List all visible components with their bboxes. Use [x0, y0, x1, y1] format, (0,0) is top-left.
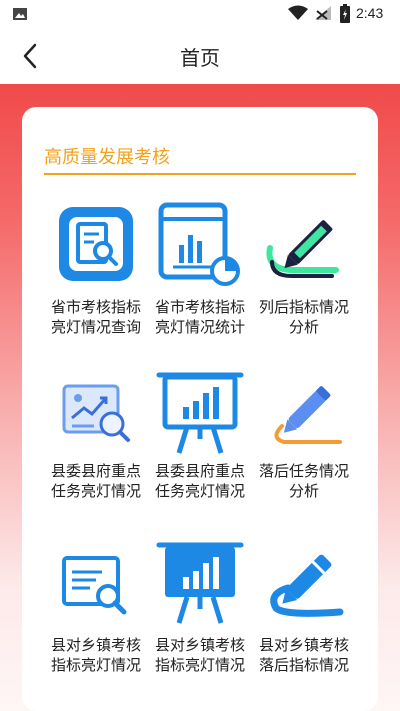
menu-item-township-query[interactable]: 县对乡镇考核指标亮灯情况查询 [44, 539, 148, 689]
easel-chart-icon [155, 539, 245, 629]
menu-item-label: 列后指标情况分析 [258, 298, 349, 336]
report-search-icon [51, 199, 141, 289]
battery-icon [339, 4, 351, 28]
document-search-icon [51, 539, 141, 629]
signal-icon [314, 5, 332, 25]
photo-icon [12, 6, 28, 26]
pen-analysis-icon [259, 369, 349, 459]
assessment-card: 高质量发展考核 省市考核指标亮灯情况查询 省市考核指标亮灯情况统计 列后指标情况… [22, 107, 378, 711]
menu-item-label: 省市考核指标亮灯情况统计报表 [154, 298, 245, 336]
pen-analysis-icon [259, 199, 349, 289]
menu-item-provincial-query[interactable]: 省市考核指标亮灯情况查询 [44, 199, 148, 349]
menu-item-township-lagging[interactable]: 县对乡镇考核落后指标情况分析 [252, 539, 356, 689]
section-divider [44, 173, 356, 175]
chart-report-icon [155, 199, 245, 289]
menu-item-label: 落后任务情况分析 [258, 462, 349, 500]
page-title: 首页 [180, 46, 220, 70]
menu-item-label: 省市考核指标亮灯情况查询 [50, 298, 141, 336]
status-time: 2:43 [356, 5, 384, 21]
menu-item-label: 县委县府重点任务亮灯情况查询 [50, 462, 141, 500]
trend-search-icon [51, 369, 141, 459]
menu-item-provincial-report[interactable]: 省市考核指标亮灯情况统计报表 [148, 199, 252, 349]
menu-item-label: 县对乡镇考核指标亮灯情况统计报表 [154, 636, 245, 674]
menu-item-county-task-query[interactable]: 县委县府重点任务亮灯情况查询 [44, 369, 148, 519]
menu-item-county-task-report[interactable]: 县委县府重点任务亮灯情况统计报表 [148, 369, 252, 519]
menu-item-lagging-indicators[interactable]: 列后指标情况分析 [252, 199, 356, 349]
pen-analysis-icon [259, 539, 349, 629]
menu-item-label: 县委县府重点任务亮灯情况统计报表 [154, 462, 245, 500]
section-title: 高质量发展考核 [44, 147, 170, 168]
menu-item-township-report[interactable]: 县对乡镇考核指标亮灯情况统计报表 [148, 539, 252, 689]
wifi-icon [288, 5, 308, 25]
status-bar: 2:43 [0, 0, 400, 28]
easel-chart-icon [155, 369, 245, 459]
menu-item-lagging-tasks[interactable]: 落后任务情况分析 [252, 369, 356, 519]
menu-item-label: 县对乡镇考核落后指标情况分析 [258, 636, 349, 674]
menu-item-label: 县对乡镇考核指标亮灯情况查询 [50, 636, 141, 674]
app-header: 首页 [0, 28, 400, 84]
